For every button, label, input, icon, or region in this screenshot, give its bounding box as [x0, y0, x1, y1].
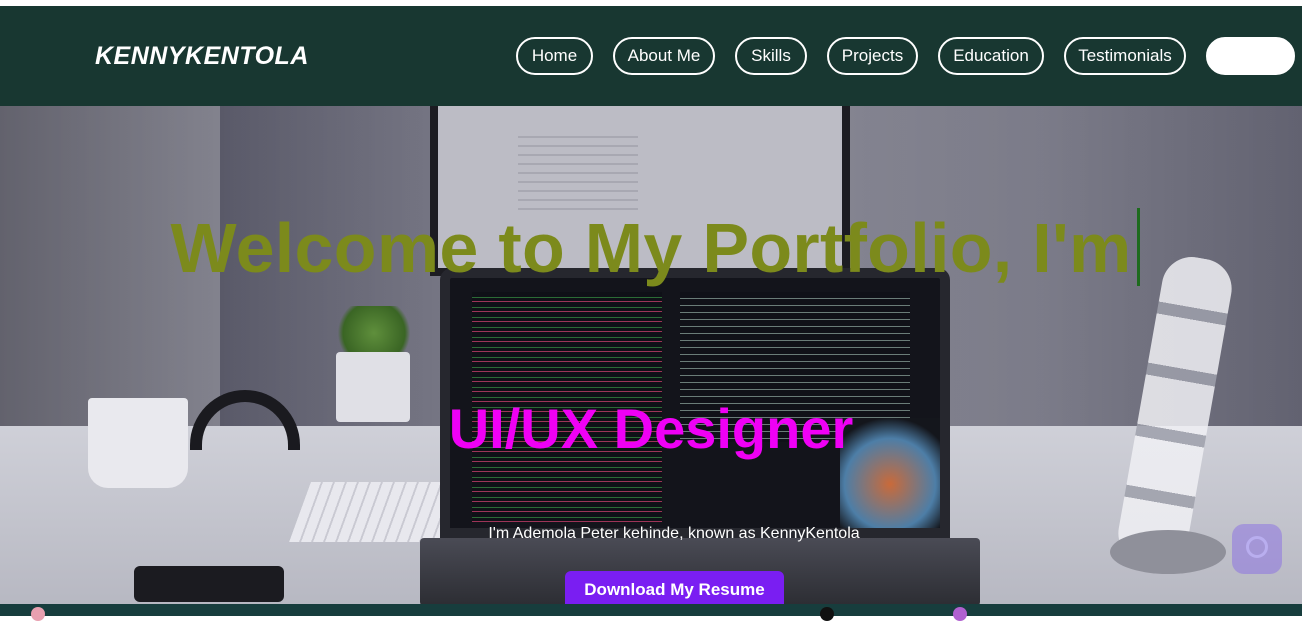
chat-bubble-icon[interactable]: [1232, 524, 1282, 574]
bottom-section-edge: [0, 604, 1302, 621]
site-header: KENNYKENTOLA Home About Me Skills Projec…: [0, 6, 1302, 106]
nav-projects[interactable]: Projects: [827, 37, 918, 75]
bottom-avatar-dot: [820, 607, 834, 621]
nav-education[interactable]: Education: [938, 37, 1044, 75]
bottom-avatar-dot: [31, 607, 45, 621]
background-phone: [134, 566, 284, 602]
nav-testimonials[interactable]: Testimonials: [1064, 37, 1186, 75]
nav-about-me[interactable]: About Me: [613, 37, 715, 75]
bottom-avatar-dot: [953, 607, 967, 621]
download-resume-button[interactable]: Download My Resume: [565, 571, 784, 606]
nav-skills[interactable]: Skills: [735, 37, 807, 75]
hero-section: Welcome to My Portfolio, I'm UI/UX Desig…: [0, 106, 1302, 606]
typing-caret: [1137, 208, 1140, 286]
nav-contact[interactable]: [1206, 37, 1295, 75]
hero-title: Welcome to My Portfolio, I'm: [170, 209, 1132, 287]
hero-role: UI/UX Designer: [448, 397, 854, 460]
hero-intro: I'm Ademola Peter kehinde, known as Kenn…: [488, 525, 860, 542]
brand-logo[interactable]: KENNYKENTOLA: [95, 42, 309, 71]
nav-home[interactable]: Home: [516, 37, 593, 75]
